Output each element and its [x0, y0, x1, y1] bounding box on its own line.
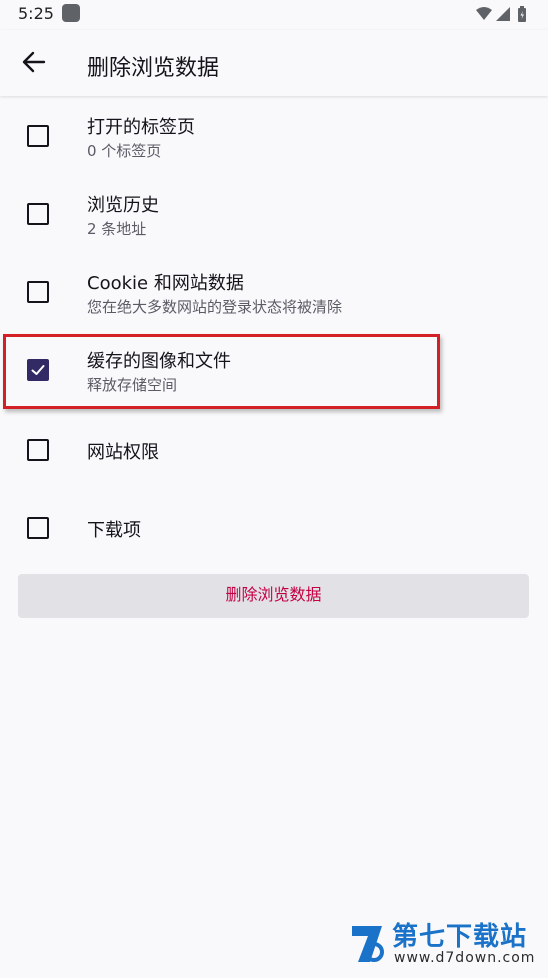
status-bar: 5:25 — [0, 0, 548, 30]
signal-icon — [496, 7, 510, 21]
item-cookies[interactable]: Cookie 和网站数据 您在绝大多数网站的登录状态将被清除 — [0, 254, 548, 332]
item-site-permissions[interactable]: 网站权限 — [0, 410, 548, 488]
item-subtitle: 2 条地址 — [87, 220, 147, 238]
status-time: 5:25 — [18, 4, 54, 23]
watermark-url: www.d7down.com — [394, 950, 536, 966]
item-open-tabs[interactable]: 打开的标签页 0 个标签页 — [0, 98, 548, 176]
item-title: Cookie 和网站数据 — [87, 273, 244, 294]
delete-browsing-data-button[interactable]: 删除浏览数据 — [18, 574, 529, 618]
toolbar: 删除浏览数据 — [0, 30, 548, 96]
arrow-left-icon — [22, 51, 46, 73]
downloads-checkbox[interactable] — [27, 517, 49, 539]
delete-button-label: 删除浏览数据 — [225, 587, 322, 604]
item-subtitle: 0 个标签页 — [87, 142, 162, 160]
watermark-name: 第七下载站 — [392, 922, 528, 952]
item-title: 浏览历史 — [87, 195, 159, 216]
item-browsing-history[interactable]: 浏览历史 2 条地址 — [0, 176, 548, 254]
site-permissions-checkbox[interactable] — [27, 439, 49, 461]
item-subtitle: 您在绝大多数网站的登录状态将被清除 — [87, 298, 343, 316]
open-tabs-checkbox[interactable] — [27, 125, 49, 147]
watermark-logo-icon — [352, 926, 384, 962]
page-title: 删除浏览数据 — [87, 56, 220, 81]
watermark: 第七下载站 www.d7down.com — [350, 916, 540, 972]
back-button[interactable] — [12, 40, 56, 84]
browsing-history-checkbox[interactable] — [27, 203, 49, 225]
cookies-checkbox[interactable] — [27, 281, 49, 303]
item-title: 网站权限 — [87, 442, 159, 463]
item-title: 下载项 — [87, 520, 141, 541]
app-notification-icon — [62, 4, 80, 22]
wifi-icon — [476, 7, 492, 20]
status-icons — [474, 5, 534, 23]
highlight-box — [3, 334, 440, 409]
item-title: 打开的标签页 — [87, 117, 195, 138]
battery-icon — [518, 6, 526, 22]
item-downloads[interactable]: 下载项 — [0, 488, 548, 566]
